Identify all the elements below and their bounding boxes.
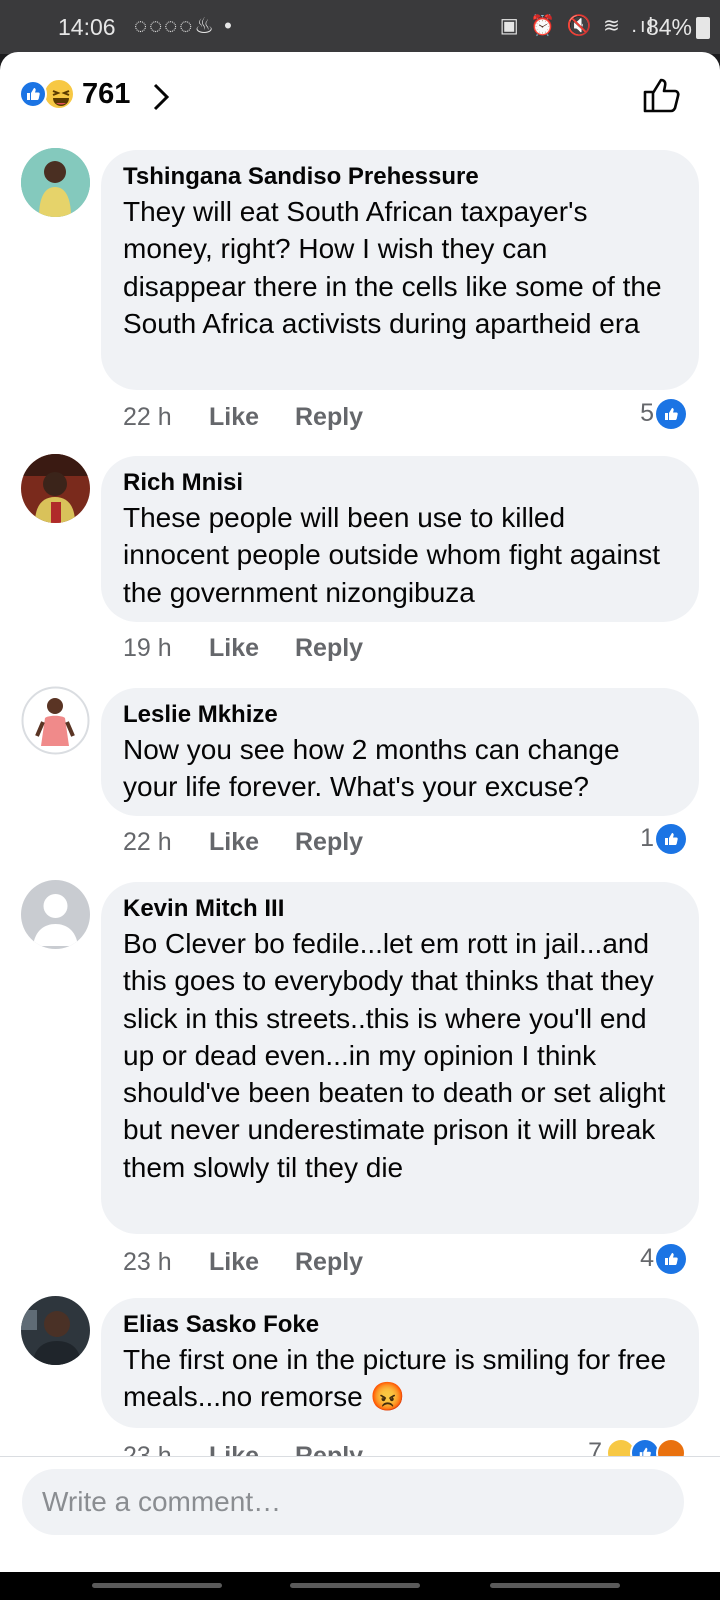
- reply-button[interactable]: Reply: [295, 828, 363, 857]
- status-bar: 14:06 ◌◌◌◌♨ • ▣ ⏰ 🔇 ≋ .ıl 84%: [0, 0, 720, 54]
- comment-text: They will eat South African taxpayer's m…: [123, 196, 662, 339]
- comment-input[interactable]: [22, 1469, 684, 1535]
- recents-button[interactable]: [92, 1583, 222, 1588]
- avatar[interactable]: [21, 1296, 90, 1365]
- reaction-count: 1: [640, 824, 654, 852]
- comment-author[interactable]: Elias Sasko Foke: [123, 1310, 677, 1340]
- status-time: 14:06: [58, 14, 116, 40]
- like-button[interactable]: Like: [209, 403, 259, 432]
- battery-level: 84%: [645, 14, 692, 40]
- avatar[interactable]: [21, 686, 90, 755]
- haha-reaction-icon: [43, 78, 75, 110]
- like-reaction-icon: [656, 399, 686, 429]
- reaction-count[interactable]: 761: [82, 78, 130, 111]
- reply-button[interactable]: Reply: [295, 634, 363, 663]
- comment-author[interactable]: Leslie Mkhize: [123, 700, 677, 730]
- avatar[interactable]: [21, 880, 90, 949]
- comment-bubble[interactable]: Tshingana Sandiso Prehessure They will e…: [101, 150, 699, 390]
- comment-bubble[interactable]: Rich Mnisi These people will been use to…: [101, 456, 699, 622]
- like-reaction-icon: [19, 80, 47, 108]
- comment-time[interactable]: 22 h: [123, 403, 172, 432]
- comment-text: The first one in the picture is smiling …: [123, 1344, 667, 1413]
- reaction-count: 5: [640, 399, 654, 427]
- back-button[interactable]: [490, 1583, 620, 1588]
- avatar[interactable]: [21, 454, 90, 523]
- comment-text: Bo Clever bo fedile...let em rott in jai…: [123, 928, 666, 1183]
- comments-sheet: 761 Tshingana Sandiso Prehessure They wi…: [0, 52, 720, 1572]
- reaction-count: 4: [640, 1244, 654, 1272]
- reply-button[interactable]: Reply: [295, 1248, 363, 1277]
- comment-author[interactable]: Tshingana Sandiso Prehessure: [123, 162, 677, 192]
- comment-composer: [0, 1456, 720, 1572]
- comment-time[interactable]: 19 h: [123, 634, 172, 663]
- like-reaction-icon: [656, 824, 686, 854]
- like-button[interactable]: Like: [209, 634, 259, 663]
- avatar[interactable]: [21, 148, 90, 217]
- comment-text: These people will been use to killed inn…: [123, 502, 661, 608]
- system-icons: ▣ ⏰ 🔇 ≋ .ıl: [499, 15, 656, 37]
- chevron-right-icon[interactable]: [152, 82, 170, 117]
- comment-reactions[interactable]: 1: [606, 824, 686, 858]
- system-nav-bar: [0, 1572, 720, 1600]
- like-post-button[interactable]: [642, 76, 682, 119]
- comment-bubble[interactable]: Elias Sasko Foke The first one in the pi…: [101, 1298, 699, 1428]
- home-button[interactable]: [290, 1583, 420, 1588]
- battery-icon: [696, 17, 710, 39]
- like-button[interactable]: Like: [209, 1248, 259, 1277]
- comment-bubble[interactable]: Leslie Mkhize Now you see how 2 months c…: [101, 688, 699, 816]
- comment-time[interactable]: 22 h: [123, 828, 172, 857]
- comment-reactions[interactable]: 4: [606, 1244, 686, 1278]
- reactions-header: 761: [0, 52, 720, 138]
- like-button[interactable]: Like: [209, 828, 259, 857]
- notification-icons: ◌◌◌◌♨ •: [134, 13, 234, 38]
- comment-bubble[interactable]: Kevin Mitch III Bo Clever bo fedile...le…: [101, 882, 699, 1234]
- comment-time[interactable]: 23 h: [123, 1248, 172, 1277]
- comment-author[interactable]: Kevin Mitch III: [123, 894, 677, 924]
- comment-author[interactable]: Rich Mnisi: [123, 468, 677, 498]
- reply-button[interactable]: Reply: [295, 403, 363, 432]
- comment-reactions[interactable]: 5: [606, 399, 686, 433]
- like-reaction-icon: [656, 1244, 686, 1274]
- comment-text: Now you see how 2 months can change your…: [123, 734, 620, 803]
